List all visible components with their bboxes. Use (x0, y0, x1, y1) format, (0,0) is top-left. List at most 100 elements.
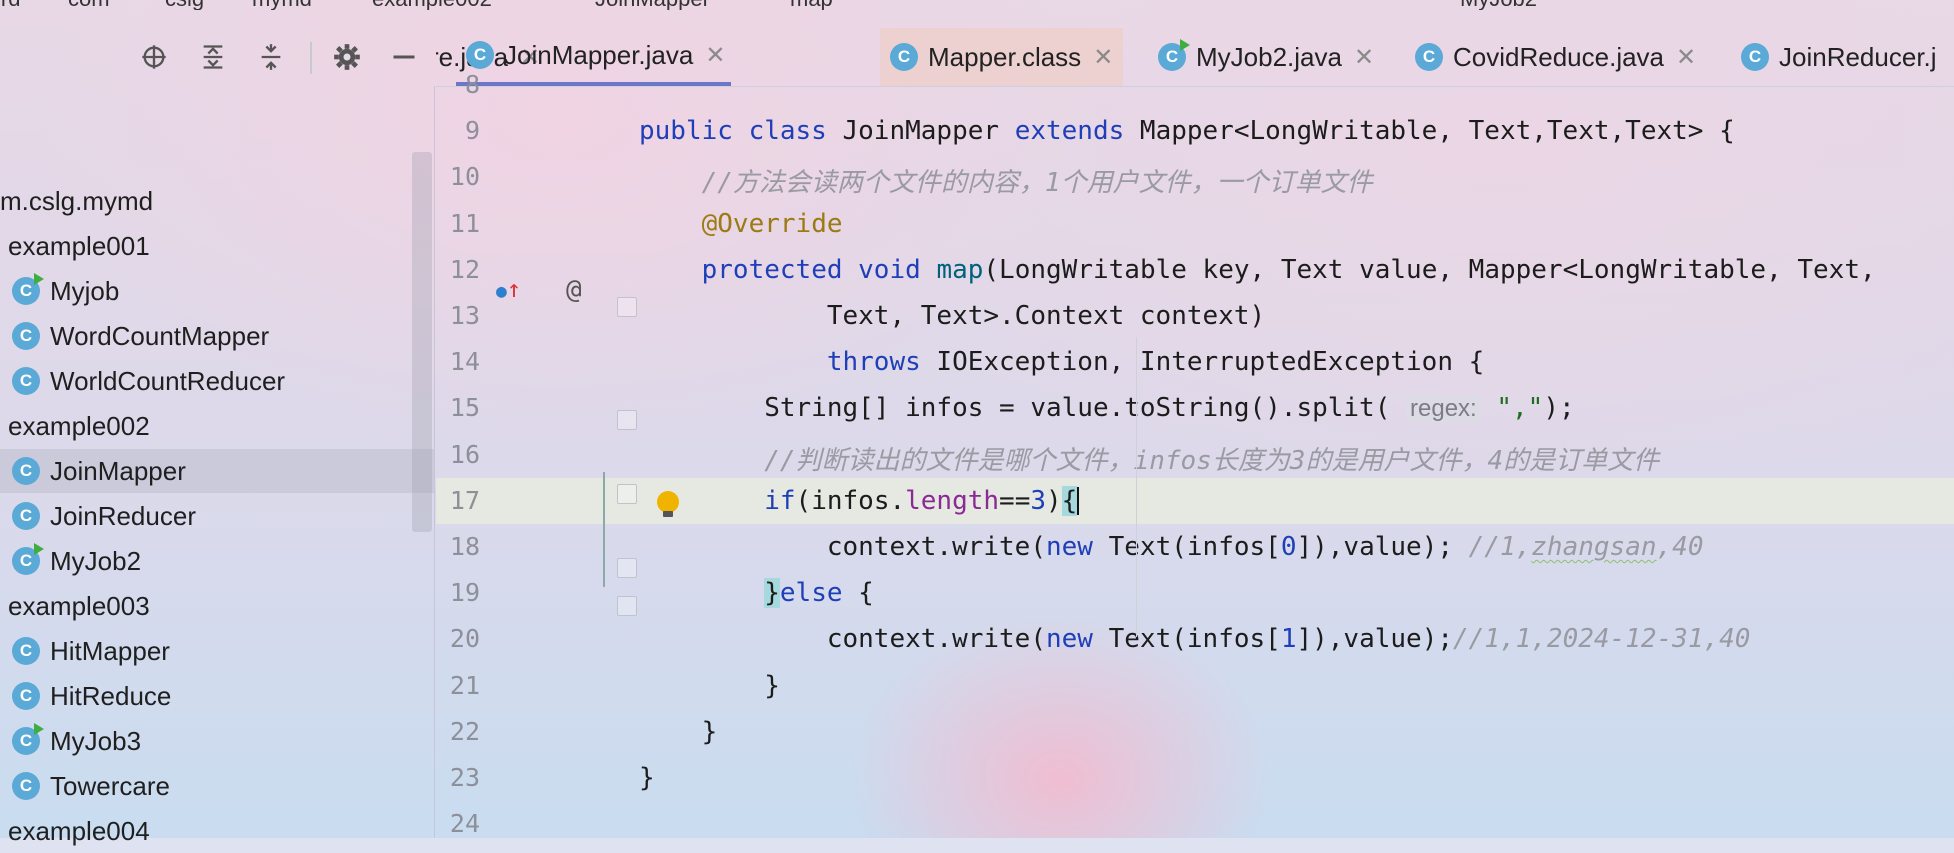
breadcrumb-item[interactable]: map (790, 0, 833, 10)
intention-bulb-icon[interactable] (657, 491, 679, 517)
breadcrumb-item[interactable]: example002 (372, 0, 492, 10)
breadcrumb-item[interactable]: JoinMapper (595, 0, 710, 10)
tree-item-label: Myjob (50, 275, 120, 306)
code-line[interactable]: 19 }else { (436, 570, 1954, 616)
run-badge-icon (34, 543, 44, 555)
code-line[interactable]: 8 (436, 62, 1954, 108)
tree-item-label: JoinMapper (50, 455, 186, 486)
tree-item-label: WorldCountReducer (50, 365, 286, 396)
fold-marker-icon[interactable] (617, 484, 637, 504)
tree-item[interactable]: C HitReduce (0, 674, 434, 718)
tree-item-label: Towercare (50, 770, 170, 801)
code-line[interactable]: 15 String[] infos = value.toString().spl… (436, 385, 1954, 431)
code-text: context.write(new Text(infos[1]),value);… (639, 624, 1751, 655)
class-icon: C (12, 457, 40, 485)
tree-item[interactable]: C MyJob3 (0, 719, 434, 763)
tree-item[interactable]: C Towercare (0, 764, 434, 808)
project-toolbar (0, 28, 434, 86)
code-line[interactable]: 13 Text, Text>.Context context) (436, 293, 1954, 339)
tree-item-label: JoinReducer (50, 500, 196, 531)
tree-item[interactable]: example001 (0, 224, 434, 268)
breadcrumb-item[interactable]: ird (0, 0, 20, 10)
line-number: 17 (449, 485, 480, 515)
gear-icon[interactable] (330, 40, 364, 74)
line-number: 11 (449, 208, 480, 238)
code-text: context.write(new Text(infos[0]),value);… (639, 532, 1704, 562)
line-number: 15 (449, 393, 480, 423)
code-text: Text, Text>.Context context) (639, 301, 1266, 331)
tree-item[interactable]: m.cslg.mymd (0, 179, 434, 223)
code-line[interactable]: 21 } (436, 663, 1954, 709)
tree-item[interactable]: C WorldCountReducer (0, 359, 434, 403)
collapse-all-icon[interactable] (254, 40, 288, 74)
tree-item[interactable]: C MyJob2 (0, 539, 434, 583)
tree-item-label: example004 (8, 815, 150, 846)
breadcrumb: ird com cslg mymd example002 JoinMapper map MyJ… (0, 0, 1954, 10)
code-line[interactable]: 18 context.write(new Text(infos[0]),valu… (436, 524, 1954, 570)
code-line[interactable]: 20 context.write(new Text(infos[1]),valu… (436, 616, 1954, 662)
project-scrollbar[interactable] (412, 152, 432, 532)
class-icon: C (12, 322, 40, 350)
breadcrumb-item[interactable]: MyJob2 (1460, 0, 1537, 10)
code-line[interactable]: 12 protected void map(LongWritable key, … (436, 247, 1954, 293)
code-line[interactable]: 9 public class JoinMapper extends Mapper<… (436, 108, 1954, 154)
line-number: 13 (449, 301, 480, 330)
code-text: protected void map(LongWritable key, Tex… (701, 254, 1876, 285)
panel-divider[interactable] (434, 86, 435, 838)
tree-item[interactable]: C HitMapper (0, 629, 434, 673)
breadcrumb-item[interactable]: cslg (165, 0, 204, 10)
line-number: 12 (449, 254, 480, 284)
tree-item[interactable]: C WordCountMapper (0, 314, 434, 358)
code-line[interactable]: 24 (436, 801, 1954, 847)
minimize-icon[interactable] (387, 40, 421, 74)
code-text: throws IOException, InterruptedException… (826, 347, 1485, 378)
fold-marker-icon[interactable] (617, 558, 637, 578)
code-line[interactable]: 14 throws IOException, InterruptedExcept… (436, 339, 1954, 385)
line-number: 21 (449, 670, 480, 700)
line-number: 16 (449, 439, 480, 469)
class-icon: C (12, 543, 44, 575)
tree-item-label: example002 (8, 410, 150, 441)
fold-marker-icon[interactable] (617, 297, 637, 317)
line-number: 23 (449, 763, 480, 792)
code-line[interactable]: 10 //方法会读两个文件的内容，1个用户文件，一个订单文件 (436, 154, 1954, 200)
code-text: } (639, 763, 655, 793)
code-line[interactable]: 23} (436, 755, 1954, 801)
tree-item[interactable]: C JoinMapper (0, 449, 434, 493)
code-line[interactable]: 11 @Override (436, 201, 1954, 247)
locate-icon[interactable] (137, 40, 171, 74)
fold-marker-icon[interactable] (617, 596, 637, 616)
tree-item[interactable]: example004 (0, 809, 434, 853)
tree-item[interactable]: example003 (0, 584, 434, 628)
line-number: 20 (449, 624, 480, 654)
line-number: 9 (464, 116, 480, 146)
code-line[interactable]: 22 } (436, 709, 1954, 755)
code-text: //方法会读两个文件的内容，1个用户文件，一个订单文件 (701, 168, 1373, 199)
code-text: } (639, 670, 780, 701)
code-text: }else { (764, 578, 874, 609)
code-text: //判断读出的文件是哪个文件，infos长度为3的是用户文件，4的是订单文件 (764, 445, 1660, 476)
line-number: 8 (464, 70, 480, 99)
tree-item[interactable]: C Myjob (0, 269, 434, 313)
breadcrumb-item[interactable]: mymd (252, 0, 312, 10)
tree-item[interactable]: example002 (0, 404, 434, 448)
tree-item[interactable]: C JoinReducer (0, 494, 434, 538)
implements-method-icon[interactable]: ●↑ (496, 275, 521, 303)
breadcrumb-item[interactable]: com (68, 0, 110, 10)
code-line[interactable]: 16 //判断读出的文件是哪个文件，infos长度为3的是用户文件，4的是订单文… (436, 432, 1954, 478)
code-text: if(infos.length==3){ (764, 485, 1080, 516)
line-number: 10 (449, 162, 480, 192)
tree-item-label: MyJob3 (50, 725, 142, 756)
fold-marker-icon[interactable] (617, 410, 637, 430)
run-badge-icon (1180, 39, 1190, 51)
line-number: 14 (449, 347, 480, 377)
expand-all-icon[interactable] (196, 40, 230, 74)
vcs-change-bar (603, 472, 605, 587)
class-icon: C (12, 723, 44, 755)
code-text: public class JoinMapper extends Mapper<L… (639, 116, 1735, 147)
run-badge-icon (34, 723, 44, 735)
tree-item-label: HitMapper (50, 635, 170, 666)
class-icon: C (12, 772, 40, 800)
annotation-gutter-icon[interactable]: @ (566, 275, 582, 305)
code-editor[interactable]: 8 9 public class JoinMapper extends Mapper… (436, 70, 1954, 838)
